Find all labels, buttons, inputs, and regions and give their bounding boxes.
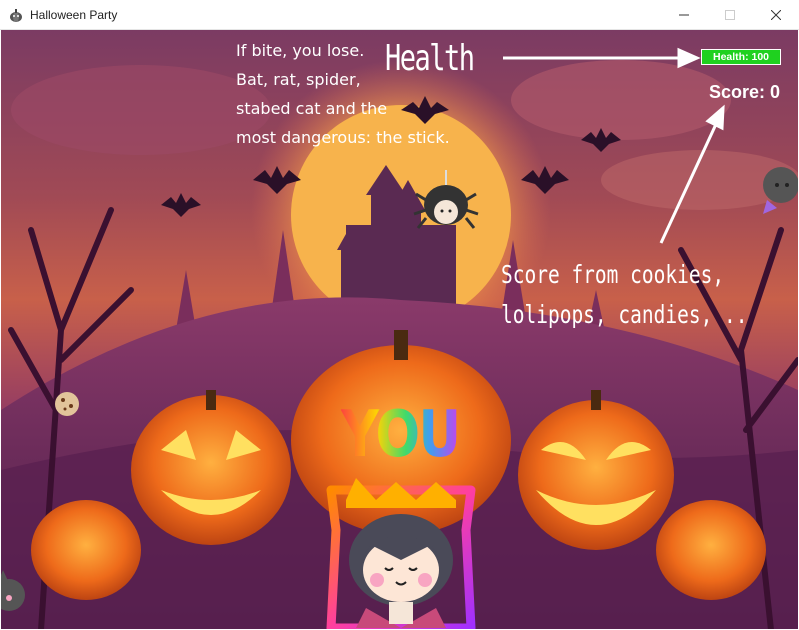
- health-bar: Health: 100: [701, 49, 781, 65]
- close-button[interactable]: [753, 0, 799, 30]
- window-controls: [661, 0, 799, 30]
- title-bar: Halloween Party: [0, 0, 799, 30]
- window-title: Halloween Party: [30, 7, 118, 22]
- pumpkin-small-left: [31, 500, 141, 600]
- pumpkin-small-right: [656, 500, 766, 600]
- score-note-line: Score from cookies,: [501, 260, 725, 289]
- bat-enemy: [763, 167, 798, 214]
- enemies-note-line: stabed cat and the: [236, 99, 388, 118]
- pumpkin-icon: [10, 8, 22, 22]
- score-display: Score: 0: [708, 82, 780, 102]
- minimize-icon: [679, 14, 689, 16]
- enemies-note-line: most dangerous: the stick.: [236, 128, 450, 147]
- maximize-button[interactable]: [707, 0, 753, 30]
- score-note-line: lolipops, candies, ..: [501, 300, 748, 329]
- vampire-player: [349, 514, 453, 628]
- minimize-button[interactable]: [661, 0, 707, 30]
- cookie-pickup: [55, 392, 79, 416]
- maximize-icon: [725, 10, 735, 20]
- health-note: Health: [385, 38, 475, 79]
- close-icon: [771, 10, 781, 20]
- player-label: YOU: [341, 398, 461, 472]
- game-canvas[interactable]: If bite, you lose. Bat, rat, spider, sta…: [1, 30, 798, 629]
- score-note: Score from cookies, lolipops, candies, .…: [501, 255, 751, 335]
